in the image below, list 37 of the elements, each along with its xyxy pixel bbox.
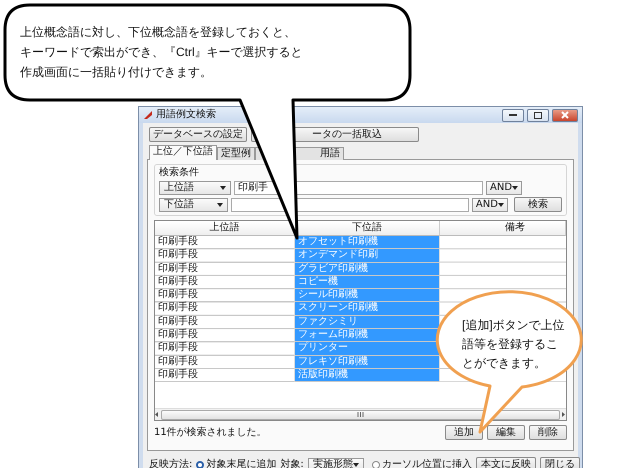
field-dropdown[interactable]: 上位語 — [159, 181, 231, 195]
footer-button[interactable]: 本文に反映 — [476, 457, 536, 468]
callout-text: 上位概念語に対し、下位概念語を登録しておくと、キーワードで索出ができ、『Ctrl』キーで選択すると作成画面に一括貼り付けできます。 — [20, 24, 304, 81]
action-button[interactable]: 追加 — [445, 425, 483, 440]
toolbar-button[interactable]: データベースの設定 — [149, 127, 247, 142]
table-cell: 印刷手段 — [155, 249, 295, 263]
action-button[interactable]: 編集 — [487, 425, 525, 440]
table-cell: 印刷手段 — [155, 289, 295, 302]
tab[interactable]: 上位／下位語 — [149, 145, 217, 160]
footer-button[interactable]: 閉じる — [540, 457, 580, 468]
column-header[interactable]: 備考 — [440, 221, 566, 236]
footer-label: 反映方法: — [149, 458, 192, 468]
table-cell: 印刷手段 — [155, 302, 295, 316]
column-header[interactable]: 下位語 — [295, 221, 440, 236]
field-dropdown[interactable]: 下位語 — [159, 198, 228, 212]
target-label: 対象: — [280, 458, 304, 468]
search-button[interactable]: 検索 — [514, 197, 562, 212]
table-cell: 印刷手段 — [155, 368, 295, 382]
operator-dropdown[interactable]: AND — [472, 198, 508, 212]
column-header[interactable]: 上位語 — [155, 221, 295, 236]
table-cell: 印刷手段 — [155, 356, 295, 369]
action-button[interactable]: 削除 — [529, 425, 567, 440]
status-text: 11件が検索されました。 — [154, 426, 268, 438]
target-dropdown[interactable]: 実施形態 — [308, 458, 364, 468]
table-cell: 印刷手段 — [155, 329, 295, 342]
radio-option[interactable]: カーソル位置に挿入 — [372, 458, 472, 468]
window-title: 用語例文検索 — [156, 109, 217, 121]
operator-dropdown[interactable]: AND — [486, 181, 522, 195]
group-label: 検索条件 — [159, 167, 200, 179]
radio-option[interactable]: 対象末尾に追加 — [196, 458, 276, 468]
table-cell: 印刷手段 — [155, 262, 295, 276]
table-cell: 印刷手段 — [155, 342, 295, 356]
table-cell: 印刷手段 — [155, 276, 295, 290]
tab[interactable]: 定型例 — [217, 147, 255, 160]
search-field[interactable]: 印刷手 — [234, 181, 483, 195]
table-cell: 印刷手段 — [155, 316, 295, 330]
callout-text: [追加]ボタンで上位語等を登録することができます。 — [462, 317, 566, 372]
